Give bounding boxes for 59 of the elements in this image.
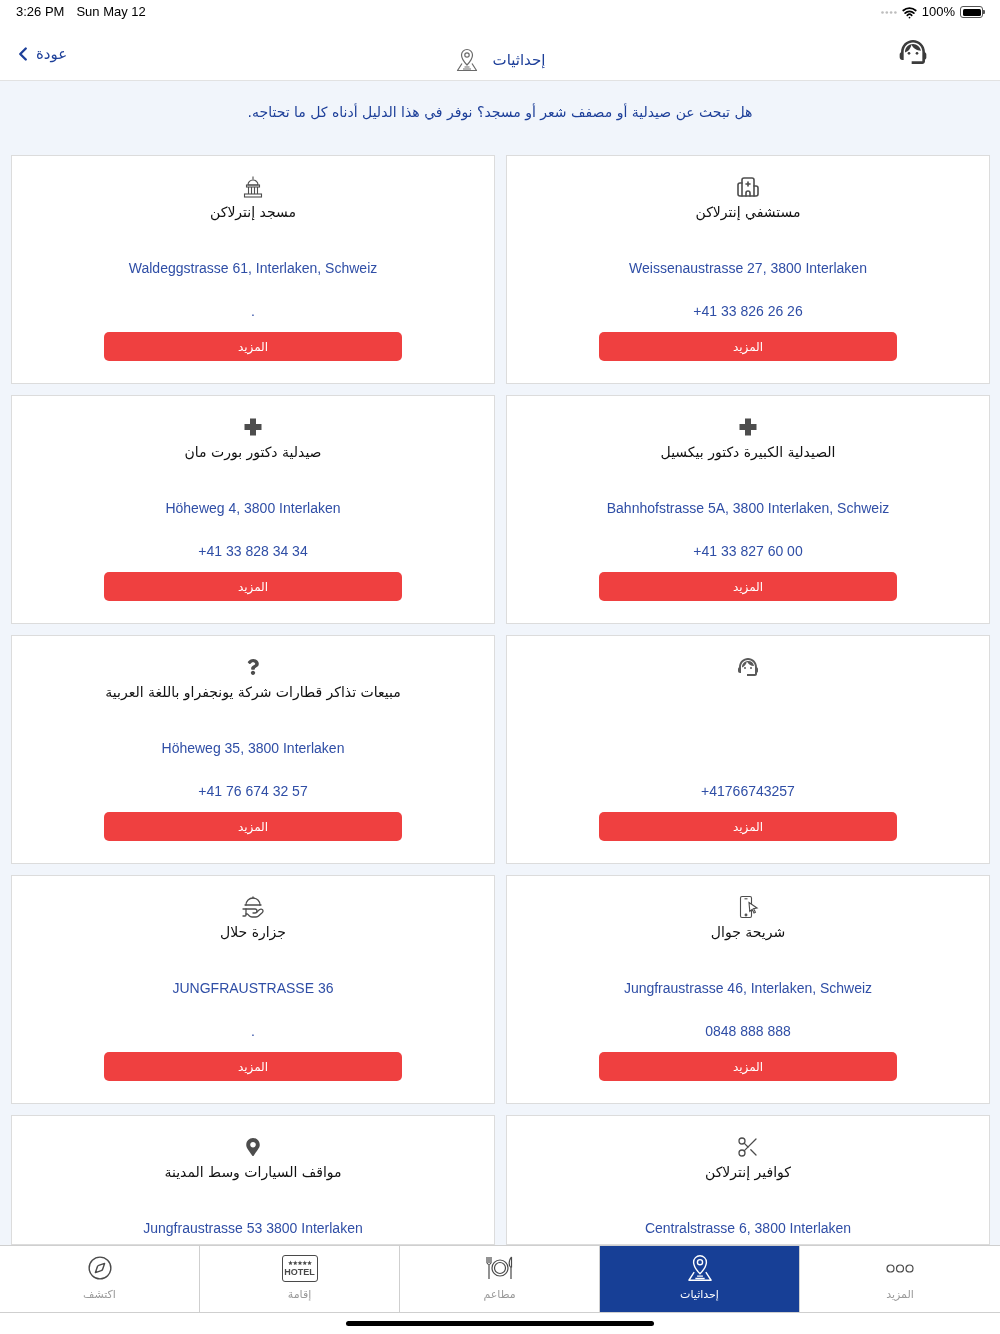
back-button[interactable]: عودة — [12, 43, 68, 66]
support-agent-icon — [736, 655, 760, 679]
more-dots-icon — [886, 1263, 914, 1273]
phone-link[interactable]: +41 33 828 34 34 — [198, 541, 308, 561]
phone-link[interactable]: +41 33 827 60 00 — [693, 541, 803, 561]
map-pin-icon — [685, 1254, 714, 1282]
status-time: 3:26 PM — [16, 3, 65, 22]
more-button[interactable]: المزيد — [599, 812, 897, 841]
serving-platter-icon — [241, 895, 265, 919]
phone-link[interactable]: . — [251, 1021, 255, 1041]
address-link[interactable]: JUNGFRAUSTRASSE 36 — [172, 978, 334, 998]
more-button[interactable]: المزيد — [599, 1052, 897, 1081]
map-pin-icon — [454, 48, 479, 72]
more-button[interactable]: المزيد — [599, 572, 897, 601]
intro-text: هل تبحث عن صيدلية أو مصفف شعر أو مسجد؟ نوفر في هذا الدليل أدناه كل ما تحتاجه. — [247, 102, 753, 122]
phone-link[interactable]: +41 76 674 32 57 — [198, 781, 308, 801]
place-title: جزارة حلال — [220, 923, 286, 943]
more-button[interactable]: المزيد — [104, 1052, 402, 1081]
address-link[interactable]: Centralstrasse 6, 3800 Interlaken — [644, 1218, 852, 1238]
question-mark-icon — [245, 659, 261, 675]
address-link[interactable]: Weissenaustrasse 27, 3800 Interlaken — [629, 258, 867, 278]
place-title: مستشفي إنترلاكن — [695, 203, 801, 223]
address-link[interactable]: Waldeggstrasse 61, Interlaken, Schweiz — [128, 258, 378, 278]
address-link[interactable]: Jungfraustrasse 46, Interlaken, Schweiz — [623, 978, 873, 998]
plus-icon — [243, 417, 263, 437]
battery-icon — [960, 6, 985, 18]
more-button[interactable]: المزيد — [599, 332, 897, 361]
phone-link[interactable]: +41 33 826 26 26 — [693, 301, 803, 321]
status-date: Sun May 12 — [76, 3, 146, 22]
phone-link[interactable]: 0848 888 888 — [705, 1021, 791, 1041]
wifi-icon — [901, 4, 917, 20]
address-link[interactable]: Höheweg 35, 3800 Interlaken — [161, 738, 345, 758]
phone-link[interactable]: . — [251, 301, 255, 321]
domed-building-icon — [241, 175, 265, 199]
hospital-icon — [736, 175, 760, 199]
fork-plate-knife-icon — [484, 1255, 515, 1281]
more-button[interactable]: المزيد — [104, 332, 402, 361]
place-title: صيدلية دكتور بورت مان — [184, 443, 322, 463]
more-button[interactable]: المزيد — [104, 572, 402, 601]
address-link[interactable]: Jungfraustrasse 53 3800 Interlaken — [143, 1218, 363, 1238]
place-title: الصيدلية الكبيرة دكتور بيكسيل — [660, 443, 836, 463]
more-button[interactable]: المزيد — [104, 812, 402, 841]
place-title: شريحة جوال — [710, 923, 786, 943]
phone-link[interactable]: +41766743257 — [701, 781, 795, 801]
place-title: مبيعات تذاكر قطارات شركة يونجفراو باللغة العربية — [105, 683, 401, 703]
hotel-sign-text: HOTEL — [284, 1267, 315, 1277]
address-link[interactable]: Bahnhofstrasse 5A, 3800 Interlaken, Schweiz — [606, 498, 890, 518]
address-link[interactable]: Höheweg 4, 3800 Interlaken — [165, 498, 341, 518]
place-title: مسجد إنترلاكن — [210, 203, 296, 223]
place-title: كوافير إنترلاكن — [705, 1163, 791, 1183]
map-pin-icon — [244, 1138, 262, 1156]
battery-percent: 100% — [921, 3, 955, 22]
rating-stars-icon — [287, 1259, 312, 1266]
compass-icon — [86, 1255, 113, 1281]
place-title: مواقف السيارات وسط المدينة — [164, 1163, 342, 1183]
page-title: إحداثيات — [492, 49, 546, 71]
signal-dots-icon — [880, 10, 897, 14]
tab[interactable]: إحداثيات — [600, 1246, 800, 1312]
plus-icon — [738, 417, 758, 437]
